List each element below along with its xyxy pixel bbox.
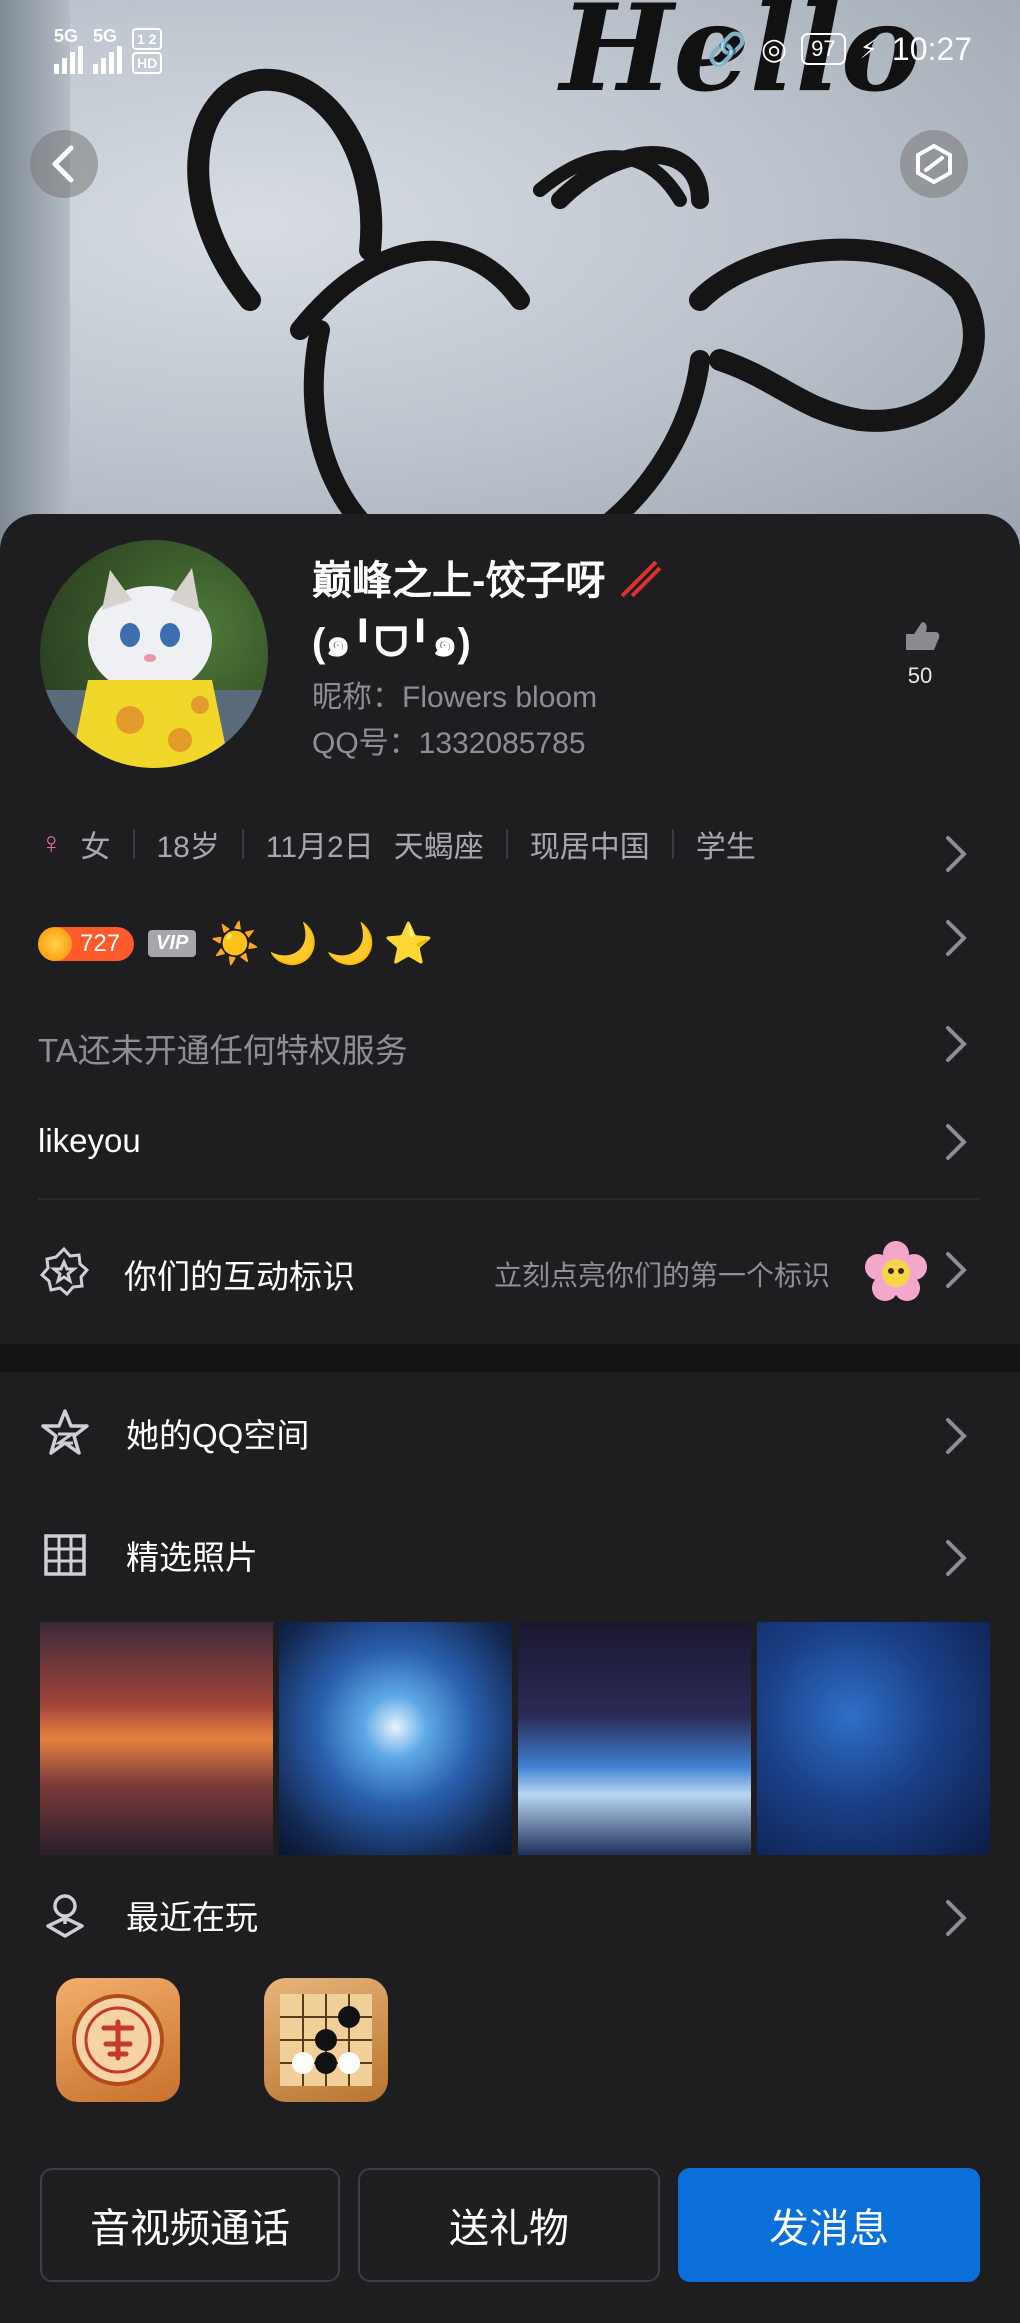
separator xyxy=(132,829,135,859)
moon-icon: 🌙 xyxy=(268,922,318,966)
star-icon: ⭐ xyxy=(383,922,434,966)
av-call-button[interactable]: 音视频通话 xyxy=(40,2168,340,2282)
signal-strength-1: 5G xyxy=(54,27,83,74)
hexagon-share-icon xyxy=(916,144,952,184)
chevron-left-icon xyxy=(52,145,74,183)
birthday: 11月2日 xyxy=(265,831,374,864)
photo-strip xyxy=(40,1622,990,1855)
status-right: 🔗 ◎ 97 ⚡ 10:27 xyxy=(707,30,972,68)
game-location-icon xyxy=(38,1888,92,1942)
zodiac: 天蝎座 xyxy=(393,831,484,864)
hd-badge: 1 2 HD xyxy=(132,28,163,74)
badge-star-icon xyxy=(39,1246,90,1297)
chevron-right-icon[interactable] xyxy=(944,1416,968,1456)
basic-info-row[interactable]: ♀ 女 18岁 11月2日 天蝎座 现居中国 学生 xyxy=(40,822,756,866)
location: 现居中国 xyxy=(529,831,650,864)
level-row[interactable]: 727 VIP ☀️ 🌙 🌙 ⭐ xyxy=(38,920,434,967)
interaction-label: 你们的互动标识 xyxy=(124,1258,355,1295)
recent-games-row[interactable]: 最近在玩 xyxy=(38,1888,258,1942)
clock: 10:27 xyxy=(891,30,972,67)
battery-indicator: 97 xyxy=(801,33,846,65)
send-message-button[interactable]: 发消息 xyxy=(678,2168,980,2282)
qzone-label: 她的QQ空间 xyxy=(126,1417,310,1454)
separator xyxy=(671,829,674,859)
chevron-right-icon[interactable] xyxy=(944,1538,968,1578)
qq-number[interactable]: QQ号：1332085785 xyxy=(312,718,586,762)
qzone-star-icon xyxy=(38,1406,92,1460)
photo-thumbnail[interactable] xyxy=(757,1622,990,1855)
share-button[interactable] xyxy=(900,130,968,198)
qzone-row[interactable]: 她的QQ空间 xyxy=(38,1406,309,1460)
recent-games xyxy=(56,1978,388,2102)
send-gift-button[interactable]: 送礼物 xyxy=(358,2168,660,2282)
focus-icon: ◎ xyxy=(760,32,788,66)
chevron-right-icon[interactable] xyxy=(944,1898,968,1938)
nickname: 昵称：Flowers bloom xyxy=(312,681,598,714)
divider xyxy=(38,1198,980,1200)
sun-icon: ☀️ xyxy=(210,922,261,966)
like-counter[interactable]: 50 xyxy=(895,618,945,689)
gomoku-game-icon[interactable] xyxy=(264,1978,388,2102)
back-button[interactable] xyxy=(30,130,98,198)
display-name: 巅峰之上-饺子呀 xyxy=(312,548,662,606)
interaction-hint: 立刻点亮你们的第一个标识 xyxy=(494,1260,831,1291)
avatar-cat-image xyxy=(40,568,268,768)
female-icon: ♀ xyxy=(40,827,63,860)
grid-icon xyxy=(38,1528,92,1582)
status-bar: 5G 5G 1 2 HD 🔗 ◎ 97 ⚡ 10:27 xyxy=(0,0,1020,100)
display-name-emoticon: (๑╹ᗜ╹๑) xyxy=(312,621,471,665)
chevron-right-icon xyxy=(946,1252,967,1288)
photo-thumbnail[interactable] xyxy=(279,1622,512,1855)
flower-icon xyxy=(865,1241,927,1301)
avatar[interactable] xyxy=(40,540,268,768)
recent-games-label: 最近在玩 xyxy=(126,1899,258,1936)
charging-icon: ⚡ xyxy=(859,33,878,64)
featured-photos-label: 精选照片 xyxy=(126,1539,258,1576)
separator xyxy=(241,829,244,859)
photo-thumbnail[interactable] xyxy=(40,1622,273,1855)
chevron-right-icon[interactable] xyxy=(944,1122,968,1162)
coin-icon xyxy=(38,926,72,961)
gender: 女 xyxy=(80,831,111,864)
separator xyxy=(505,829,508,859)
level-grade-icons: ☀️ 🌙 🌙 ⭐ xyxy=(210,920,433,967)
chevron-right-icon[interactable] xyxy=(944,834,968,874)
age: 18岁 xyxy=(156,831,220,864)
vip-badge: VIP xyxy=(148,930,197,957)
thumbs-up-icon xyxy=(906,622,940,650)
occupation: 学生 xyxy=(695,831,756,864)
chinese-chess-game-icon[interactable] xyxy=(56,1978,180,2102)
photo-thumbnail[interactable] xyxy=(518,1622,751,1855)
moon-icon: 🌙 xyxy=(325,922,376,966)
signal-indicators: 5G 5G 1 2 HD xyxy=(54,27,163,74)
link-icon: 🔗 xyxy=(707,31,747,67)
chevron-right-icon[interactable] xyxy=(944,1024,968,1064)
signal-strength-2: 5G xyxy=(93,27,122,74)
featured-photos-row[interactable]: 精选照片 xyxy=(38,1528,258,1582)
interaction-marks-row[interactable]: 你们的互动标识 立刻点亮你们的第一个标识 xyxy=(0,1228,1020,1312)
qq-level-badge: 727 xyxy=(38,926,135,961)
section-separator xyxy=(0,1344,1020,1372)
chopsticks-icon xyxy=(621,560,662,598)
signature-row[interactable]: likeyou xyxy=(38,1122,141,1160)
chevron-right-icon[interactable] xyxy=(944,918,968,958)
privilege-row[interactable]: TA还未开通任何特权服务 xyxy=(38,1024,408,1072)
likes-count: 50 xyxy=(907,663,933,688)
